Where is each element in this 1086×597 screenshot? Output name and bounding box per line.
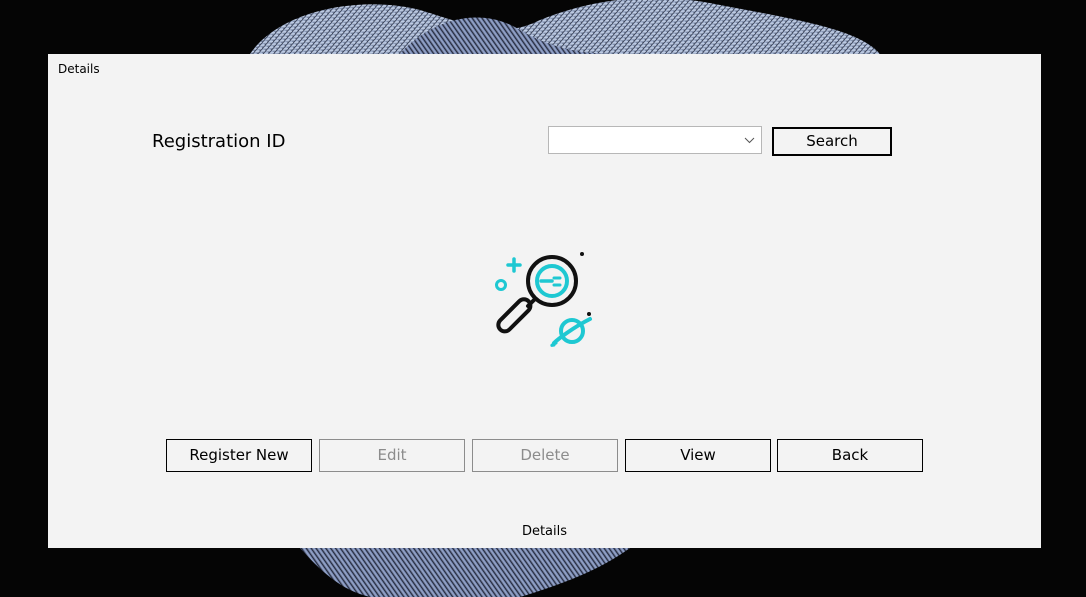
wallpaper-swirl-bottom	[300, 548, 630, 597]
chevron-down-icon[interactable]	[744, 136, 755, 144]
window-title: Details	[58, 62, 100, 76]
back-button[interactable]: Back	[777, 439, 923, 472]
delete-button[interactable]: Delete	[472, 439, 618, 472]
details-window: Details Registration ID Search Register …	[48, 54, 1041, 548]
magnifier-planet-icon	[495, 252, 592, 347]
registration-id-label: Registration ID	[152, 131, 286, 152]
registration-id-dropdown[interactable]	[548, 126, 762, 154]
wallpaper-swirl-top	[250, 0, 880, 54]
view-button[interactable]: View	[625, 439, 771, 472]
edit-button[interactable]: Edit	[319, 439, 465, 472]
small-ring	[495, 279, 507, 291]
magnifier-handle	[496, 297, 533, 334]
register-new-button[interactable]: Register New	[166, 439, 312, 472]
search-button[interactable]: Search	[772, 127, 892, 156]
status-label: Details	[521, 524, 568, 539]
